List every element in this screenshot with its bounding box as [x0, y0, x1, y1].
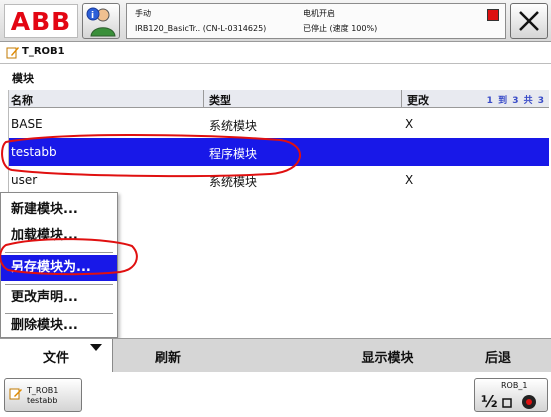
table-row[interactable]: user 系统模块 X: [9, 166, 549, 194]
program-editor-task-button[interactable]: T_ROB1 testabb: [4, 378, 82, 412]
status-controller: IRB120_BasicTr.. (CN-L-0314625): [135, 24, 267, 33]
window-header: T_ROB1: [0, 42, 551, 64]
task-bar: T_ROB1 testabb ROB_1 ½: [0, 372, 551, 417]
file-menu-button[interactable]: 文件: [0, 339, 113, 373]
menu-item-load-module[interactable]: 加载模块...: [1, 223, 117, 249]
menu-item-save-module-as[interactable]: 另存模块为...: [1, 255, 117, 281]
module-name: BASE: [11, 117, 43, 131]
close-button[interactable]: [510, 3, 548, 39]
module-name: testabb: [11, 145, 57, 159]
module-type: 系统模块: [209, 119, 258, 133]
status-state: 已停止 (速度 100%): [303, 24, 378, 33]
file-menu: 新建模块... 加载模块... 另存模块为... 更改声明... 删除模块...: [0, 192, 118, 338]
module-changed: X: [405, 173, 414, 187]
module-type: 系统模块: [209, 175, 258, 189]
table-header: 名称 类型 更改 1 到 3 共 3: [9, 90, 549, 108]
column-name-header: 名称: [11, 94, 33, 107]
window-title: T_ROB1: [22, 46, 65, 57]
program-editor-icon: [6, 47, 19, 59]
table-row[interactable]: testabb 程序模块: [9, 138, 549, 166]
user-info-button[interactable]: i: [82, 3, 120, 39]
status-mode: 手动: [135, 9, 151, 18]
top-bar: ABB i 手动 IRB120_BasicTr.. (CN-L-0314625)…: [0, 0, 551, 42]
show-module-button[interactable]: 显示模块: [330, 339, 445, 373]
module-type: 程序模块: [209, 147, 258, 161]
event-log-icon: [487, 9, 499, 21]
row-range-indicator: 1 到 3 共 3: [486, 96, 545, 106]
column-divider: [203, 90, 204, 108]
svg-text:½: ½: [481, 392, 498, 411]
svg-text:i: i: [91, 11, 94, 21]
table-row[interactable]: BASE 系统模块 X: [9, 110, 549, 138]
program-editor-icon: [9, 388, 22, 400]
close-icon: [519, 11, 539, 31]
task-module: testabb: [27, 396, 58, 405]
command-bar: 文件 刷新 显示模块 后退: [0, 338, 551, 373]
menu-item-delete-module[interactable]: 删除模块...: [1, 313, 117, 339]
quickset-button[interactable]: ROB_1 ½: [474, 378, 548, 412]
menu-item-new-module[interactable]: 新建模块...: [1, 197, 117, 223]
section-label: 模块: [12, 72, 34, 85]
task-title: T_ROB1: [27, 386, 59, 395]
module-changed: X: [405, 117, 414, 131]
column-divider: [401, 90, 402, 108]
menu-item-change-declaration[interactable]: 更改声明...: [1, 285, 117, 311]
user-info-icon: i: [86, 7, 116, 37]
menu-divider: [5, 252, 113, 253]
refresh-button[interactable]: 刷新: [113, 339, 223, 373]
menu-arrow-icon: [90, 344, 102, 351]
module-name: user: [11, 173, 38, 187]
back-button[interactable]: 后退: [445, 339, 551, 373]
status-motor: 电机开启: [303, 9, 335, 18]
column-changed-header: 更改: [407, 94, 429, 107]
quickset-icon: ½: [481, 392, 536, 411]
column-type-header: 类型: [209, 94, 231, 107]
abb-logo: ABB: [10, 6, 72, 36]
abb-menu-button[interactable]: ABB: [4, 4, 78, 38]
file-label: 文件: [42, 350, 69, 366]
status-bar[interactable]: 手动 IRB120_BasicTr.. (CN-L-0314625) 电机开启 …: [126, 3, 506, 39]
